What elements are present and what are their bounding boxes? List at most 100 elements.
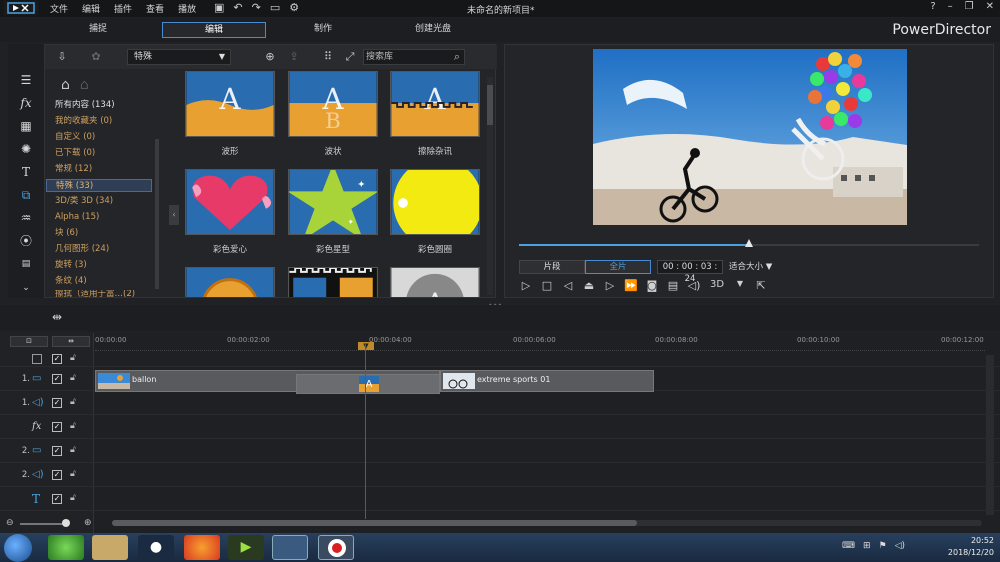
help-icon[interactable]: ?: [930, 1, 935, 12]
master-enable-checkbox[interactable]: ✓: [52, 354, 62, 364]
transition-tile[interactable]: ✦ ✦ 彩色星型: [287, 164, 379, 255]
preview-video-frame[interactable]: [593, 49, 907, 225]
menu-edit[interactable]: 编辑: [82, 2, 100, 15]
track-enable-checkbox[interactable]: ✓: [52, 422, 62, 432]
track-enable-checkbox[interactable]: ✓: [52, 374, 62, 384]
stop-icon[interactable]: □: [540, 279, 554, 292]
transition-room-icon[interactable]: ⧉: [18, 187, 34, 203]
chapter-room-icon[interactable]: ▤: [18, 256, 34, 272]
fit-track-button[interactable]: ⇹: [52, 336, 90, 347]
transition-tile[interactable]: B: [185, 267, 275, 297]
taskbar-app-explorer-icon[interactable]: [92, 535, 128, 560]
library-filter-dropdown[interactable]: 特殊 ▼: [127, 49, 231, 65]
category-item[interactable]: Alpha (15): [46, 211, 152, 224]
transition-tile[interactable]: A 擦除杂讯: [390, 71, 480, 157]
progress-knob[interactable]: [745, 239, 753, 247]
audio-mixing-icon[interactable]: ♒: [18, 210, 34, 226]
library-scroll-thumb[interactable]: [487, 85, 493, 125]
category-item[interactable]: 3D/类 3D (34): [46, 195, 152, 208]
transition-tile[interactable]: A 波形: [185, 71, 275, 157]
expand-more-icon[interactable]: ⌄: [18, 280, 34, 296]
category-item-selected[interactable]: 特殊 (33): [46, 179, 152, 192]
menu-playback[interactable]: 播放: [178, 2, 196, 15]
menu-file[interactable]: 文件: [50, 2, 68, 15]
start-button[interactable]: [4, 534, 32, 562]
redo-icon[interactable]: ↷: [252, 1, 261, 14]
movie-mode-tab[interactable]: 全片: [585, 260, 651, 274]
export-icon[interactable]: ⇪: [287, 50, 301, 64]
fast-forward-icon[interactable]: ⏩: [624, 279, 638, 292]
restore-icon[interactable]: ❐: [965, 1, 974, 12]
tab-create-disc[interactable]: 创建光盘: [381, 22, 485, 38]
timeline-scroll-thumb[interactable]: [112, 520, 637, 526]
play-icon[interactable]: ▷: [519, 279, 533, 292]
category-item[interactable]: 擦拭（适用于富…(2): [46, 290, 152, 299]
library-search-input[interactable]: 搜索库 ⌕: [363, 49, 465, 65]
transition-overlap[interactable]: A: [296, 374, 440, 394]
timecode-display[interactable]: 00 : 00 : 03 : 24: [657, 260, 723, 284]
lock-icon[interactable]: 🔓︎: [70, 373, 76, 383]
preview-progress-bar[interactable]: [519, 239, 979, 247]
playhead-line[interactable]: [365, 343, 366, 519]
volume-icon[interactable]: ◁): [687, 279, 701, 292]
taskbar-app-qq-icon[interactable]: ●: [138, 535, 174, 560]
settings-gear-icon[interactable]: ⚙: [289, 1, 299, 14]
tab-produce[interactable]: 制作: [271, 22, 375, 38]
taskbar-app-media-icon[interactable]: ▶: [228, 535, 264, 560]
track-enable-checkbox[interactable]: ✓: [52, 398, 62, 408]
track-enable-checkbox[interactable]: ✓: [52, 494, 62, 504]
3d-mode-toggle[interactable]: 3D: [708, 279, 726, 292]
lock-icon[interactable]: 🔓︎: [70, 445, 76, 455]
category-item[interactable]: 条纹 (4): [46, 275, 152, 288]
transition-tile[interactable]: 彩色爱心: [185, 169, 275, 255]
next-frame-icon[interactable]: ▷: [603, 279, 617, 292]
timeline-horizontal-scrollbar[interactable]: [112, 520, 982, 526]
category-item[interactable]: 自定义 (0): [46, 131, 152, 144]
import-icon[interactable]: ⇩: [55, 50, 69, 64]
category-scrollbar[interactable]: [155, 139, 159, 289]
tag-add-icon[interactable]: ⌂: [61, 77, 70, 93]
track-enable-checkbox[interactable]: ✓: [52, 470, 62, 480]
snapshot-icon[interactable]: ◙: [645, 279, 659, 292]
track-manager-button[interactable]: ⊡: [10, 336, 48, 347]
category-item[interactable]: 所有内容 (134): [46, 99, 152, 112]
category-item[interactable]: 块 (6): [46, 227, 152, 240]
menu-view[interactable]: 查看: [146, 2, 164, 15]
lock-icon[interactable]: 🔓︎: [70, 397, 76, 407]
timeline-clip[interactable]: extreme sports 01: [440, 370, 654, 392]
add-to-timeline-icon[interactable]: ⊕: [263, 50, 277, 64]
tab-edit[interactable]: 编辑: [162, 22, 266, 38]
subtitle-icon[interactable]: ▤: [666, 279, 680, 292]
zoom-out-icon[interactable]: ⊖: [6, 518, 14, 528]
zoom-in-icon[interactable]: ⊕: [84, 518, 92, 528]
minimize-icon[interactable]: –: [948, 1, 953, 12]
save-icon[interactable]: ▣: [214, 1, 224, 14]
speaker-icon[interactable]: ◁): [895, 541, 905, 551]
zoom-fit-select[interactable]: 适合大小 ▼: [729, 260, 789, 274]
flag-icon[interactable]: ⚑: [879, 541, 887, 551]
aspect-ratio-icon[interactable]: ▭: [270, 1, 280, 14]
clip-mode-tab[interactable]: 片段: [519, 260, 585, 274]
fullscreen-library-icon[interactable]: ⤢: [343, 50, 357, 64]
transition-tile[interactable]: A B 波状: [288, 71, 378, 157]
transition-tile[interactable]: 彩色圆圈: [390, 158, 483, 255]
voice-over-icon[interactable]: ⦿: [18, 233, 34, 249]
playhead-handle[interactable]: ▼: [358, 342, 374, 350]
master-visible-checkbox[interactable]: [32, 354, 42, 364]
close-icon[interactable]: ✕: [986, 1, 994, 12]
zoom-slider-track[interactable]: [20, 523, 68, 525]
category-item[interactable]: 常规 (12): [46, 163, 152, 176]
network-icon[interactable]: ⊞: [863, 541, 871, 551]
undock-preview-icon[interactable]: ⇱: [754, 279, 768, 292]
previous-frame-icon[interactable]: ◁: [561, 279, 575, 292]
lock-icon[interactable]: 🔓︎: [70, 469, 76, 479]
taskbar-app-browser-icon[interactable]: [48, 535, 84, 560]
lock-icon[interactable]: 🔓︎: [70, 421, 76, 431]
transition-tile[interactable]: A: [390, 267, 480, 297]
taskbar-app-powerdirector-icon[interactable]: [272, 535, 308, 560]
lock-icon[interactable]: 🔓︎: [70, 493, 76, 503]
timeline-vertical-scrollbar[interactable]: [986, 355, 994, 515]
plugin-icon[interactable]: ✿: [89, 50, 103, 64]
fit-timeline-icon[interactable]: ⇹: [52, 310, 62, 324]
taskbar-app-recorder-icon[interactable]: [318, 535, 354, 560]
